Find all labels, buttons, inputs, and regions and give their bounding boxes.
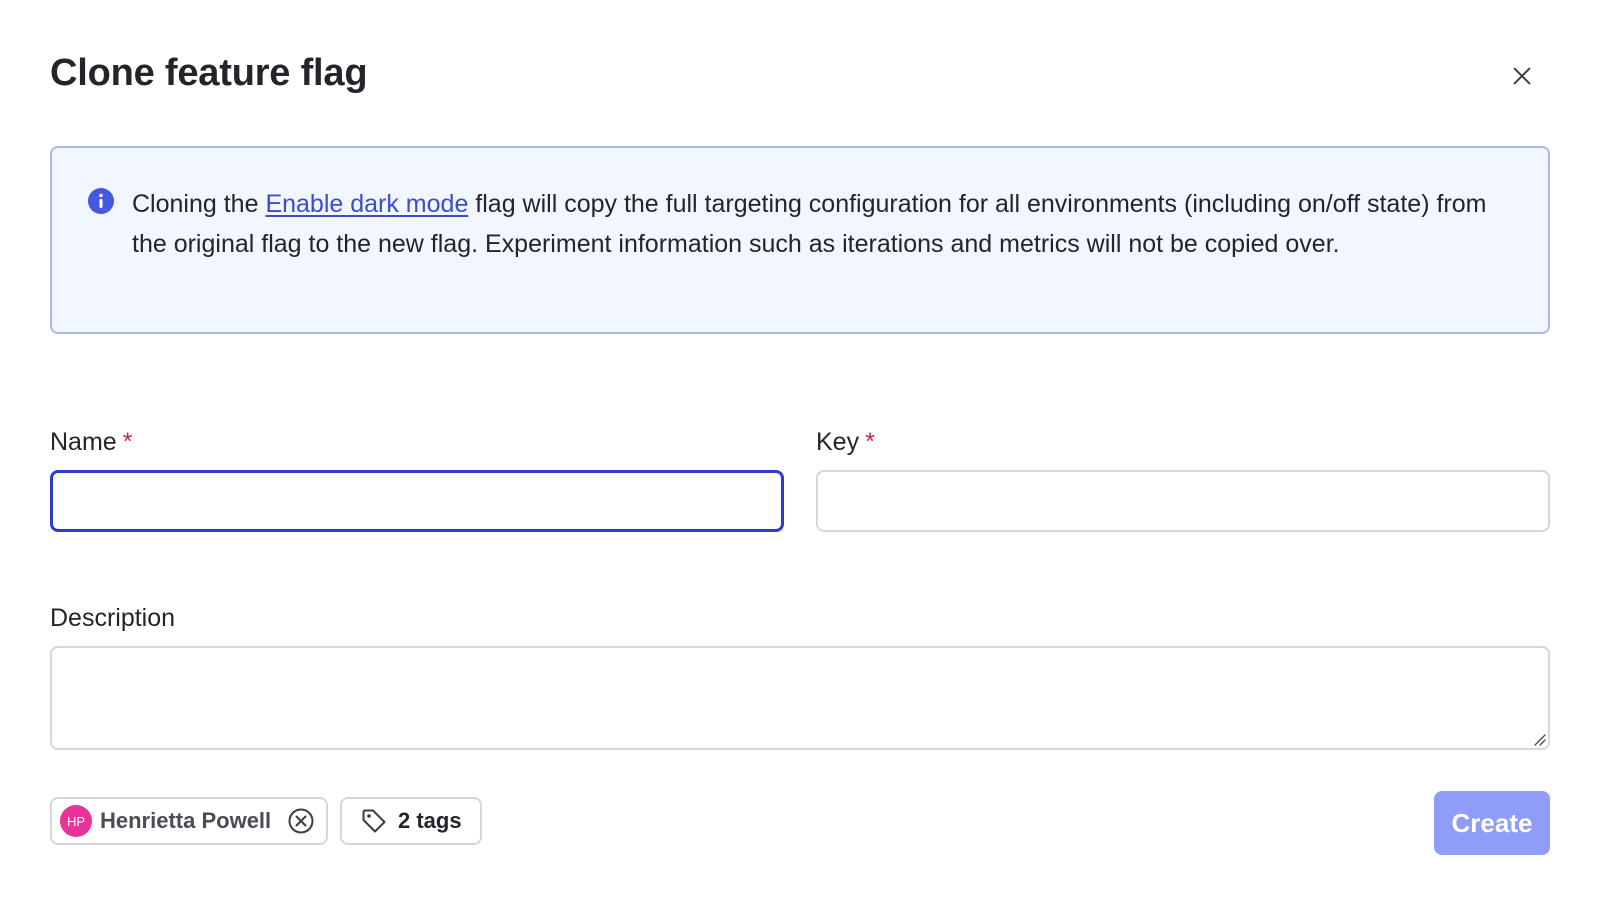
dialog-title: Clone feature flag — [50, 52, 368, 94]
info-icon — [88, 188, 114, 214]
name-required-marker: * — [122, 428, 133, 456]
remove-maintainer-button[interactable] — [287, 807, 315, 835]
source-flag-link[interactable]: Enable dark mode — [265, 190, 468, 218]
create-button[interactable]: Create — [1434, 791, 1550, 855]
maintainer-chip[interactable]: HP Henrietta Powell — [50, 797, 328, 845]
maintainer-name: Henrietta Powell — [100, 808, 272, 833]
key-label: Key * — [816, 428, 875, 457]
info-text-start: Cloning the — [132, 190, 266, 218]
resize-grip-icon[interactable] — [1530, 730, 1546, 746]
key-input[interactable] — [816, 470, 1550, 532]
close-button[interactable] — [1504, 58, 1540, 94]
clone-flag-dialog: Clone feature flag Cloning the Enable da… — [0, 0, 1600, 904]
tag-icon — [360, 807, 388, 835]
circle-close-icon — [288, 808, 314, 834]
description-label: Description — [50, 604, 176, 632]
avatar: HP — [60, 805, 92, 837]
description-textarea[interactable] — [50, 646, 1550, 750]
name-label: Name * — [50, 428, 132, 457]
name-label-text: Name — [50, 428, 117, 456]
name-input[interactable] — [50, 470, 784, 532]
tags-button[interactable]: 2 tags — [340, 797, 482, 845]
key-required-marker: * — [865, 428, 875, 456]
key-label-text: Key — [816, 428, 860, 456]
tags-label: 2 tags — [398, 808, 462, 833]
info-message: Cloning the Enable dark mode flag will c… — [132, 184, 1522, 264]
close-icon — [1513, 67, 1531, 85]
info-callout: Cloning the Enable dark mode flag will c… — [50, 146, 1550, 334]
